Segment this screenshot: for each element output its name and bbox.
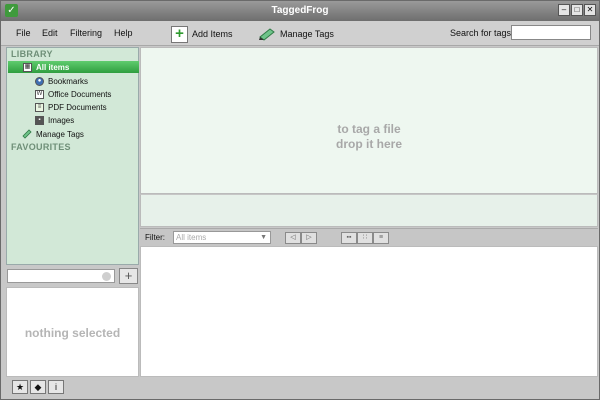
filter-label: Filter:: [145, 233, 165, 242]
tag-search-input[interactable]: [511, 25, 591, 40]
sidebar-item-pdf-documents[interactable]: ≡ PDF Documents: [8, 101, 139, 113]
image-icon: ▪: [35, 115, 44, 125]
small-icons-view-icon[interactable]: ∷: [357, 232, 373, 244]
sidebar-item-label: All items: [36, 62, 70, 72]
results-pane[interactable]: [140, 246, 598, 377]
sidebar-item-images[interactable]: ▪ Images: [8, 114, 139, 126]
filter-selected-value: All items: [176, 233, 207, 242]
library-header: LIBRARY: [11, 49, 53, 59]
maximize-icon[interactable]: □: [571, 4, 583, 16]
title-bar[interactable]: ✓ TaggedFrog – □ ✕: [1, 1, 599, 21]
sidebar-item-label: Office Documents: [48, 89, 112, 99]
add-file-icon: +: [171, 25, 188, 43]
menu-file[interactable]: File: [16, 28, 31, 38]
menu-edit[interactable]: Edit: [42, 28, 58, 38]
filter-bar: Filter: All items ▼ ◁ ▷ ▪▪ ∷ ≡: [140, 228, 598, 246]
search-label: Search for tags: [450, 28, 512, 38]
add-items-label: Add Items: [192, 29, 233, 39]
tag-icon[interactable]: ◆: [30, 380, 46, 394]
info-icon[interactable]: i: [48, 380, 64, 394]
sidebar-item-label: Manage Tags: [36, 129, 84, 139]
drop-hint-line: to tag a file: [337, 122, 401, 136]
menu-help[interactable]: Help: [114, 28, 133, 38]
pdf-document-icon: ≡: [35, 102, 44, 112]
add-items-button[interactable]: + Add Items: [171, 25, 233, 43]
all-items-icon: ▦: [23, 62, 32, 72]
window-title: TaggedFrog: [271, 5, 329, 16]
navigation-buttons: ◁ ▷: [285, 232, 317, 244]
close-icon[interactable]: ✕: [584, 4, 596, 16]
sidebar-item-label: Bookmarks: [48, 76, 89, 86]
menu-filtering[interactable]: Filtering: [70, 28, 102, 38]
sidebar-item-all-items[interactable]: ▦ All items: [8, 61, 139, 73]
sidebar-filter-input[interactable]: [7, 269, 115, 283]
sidebar-item-label: Images: [48, 115, 75, 125]
clear-icon[interactable]: [102, 272, 111, 281]
details-panel: nothing selected: [6, 287, 139, 377]
manage-tags-button[interactable]: Manage Tags: [258, 25, 334, 43]
sidebar-item-manage-tags[interactable]: Manage Tags: [8, 128, 139, 140]
tag-pencil-icon: [22, 129, 32, 139]
tag-pencil-icon: [259, 28, 275, 41]
manage-tags-label: Manage Tags: [280, 29, 334, 39]
list-view-icon[interactable]: ≡: [373, 232, 389, 244]
globe-icon: ●: [35, 76, 44, 86]
large-icons-view-icon[interactable]: ▪▪: [341, 232, 357, 244]
filter-select[interactable]: All items ▼: [173, 231, 271, 244]
sidebar-item-label: PDF Documents: [48, 102, 107, 112]
sidebar-item-bookmarks[interactable]: ● Bookmarks: [8, 75, 139, 87]
tag-cloud-area[interactable]: [140, 194, 598, 227]
window-controls: – □ ✕: [558, 4, 596, 16]
nothing-selected-text: nothing selected: [24, 326, 121, 340]
view-mode-buttons: ▪▪ ∷ ≡: [341, 232, 389, 244]
chevron-down-icon: ▼: [260, 234, 267, 241]
drop-hint-line: drop it here: [335, 137, 402, 151]
star-icon[interactable]: ★: [12, 380, 28, 394]
forward-icon[interactable]: ▷: [301, 232, 317, 244]
minimize-icon[interactable]: –: [558, 4, 570, 16]
drop-zone[interactable]: to tag a file drop it here: [140, 47, 598, 194]
app-window: ✓ TaggedFrog – □ ✕ File Edit Filtering H…: [0, 0, 600, 400]
back-icon[interactable]: ◁: [285, 232, 301, 244]
sidebar-item-office-documents[interactable]: W Office Documents: [8, 88, 139, 100]
details-toolbar: ★ ◆ i: [6, 378, 139, 396]
drop-hint: to tag a file drop it here: [141, 122, 597, 152]
add-favourite-button[interactable]: +: [119, 268, 138, 284]
library-sidebar: LIBRARY ▦ All items ● Bookmarks W Office…: [6, 47, 139, 265]
word-document-icon: W: [35, 89, 44, 99]
menu-toolbar: File Edit Filtering Help + Add Items Man…: [1, 21, 599, 46]
favourites-header: FAVOURITES: [11, 142, 71, 152]
